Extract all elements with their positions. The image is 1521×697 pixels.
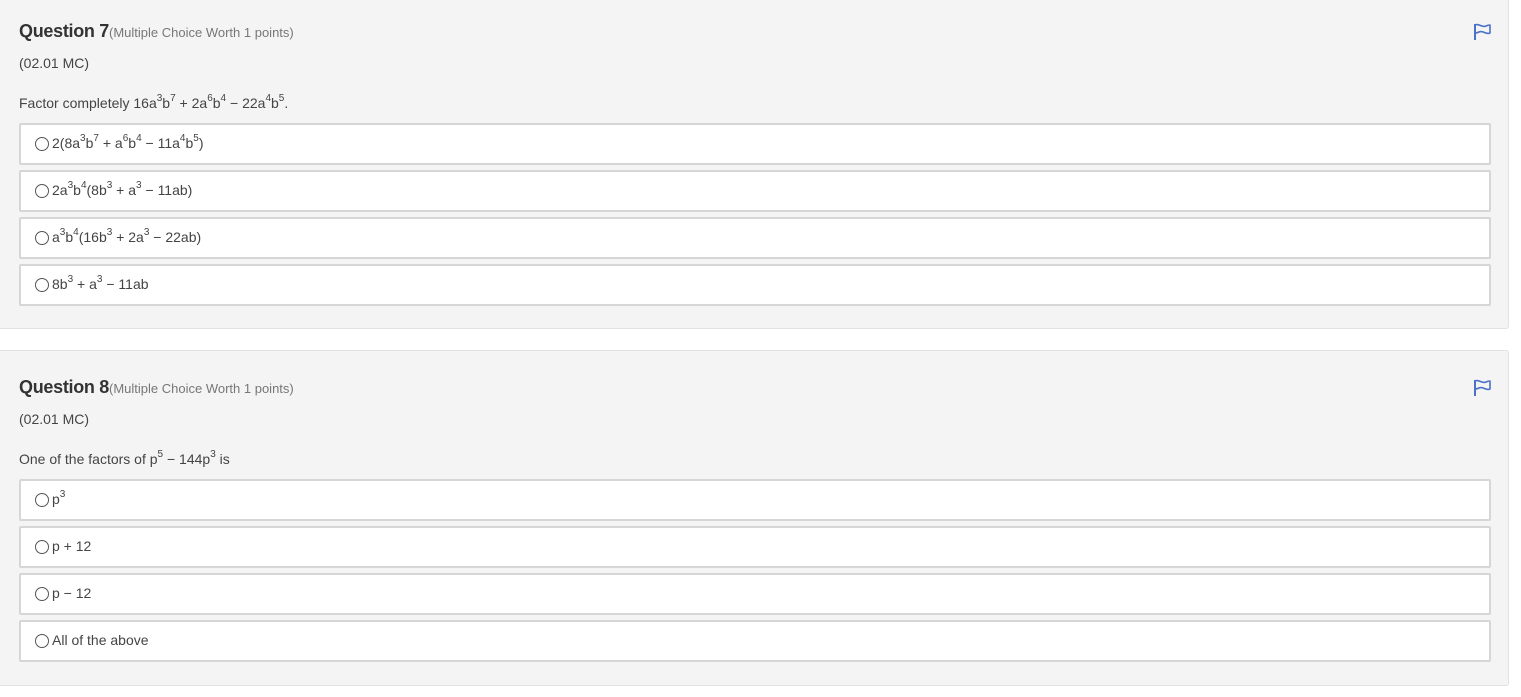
radio-button[interactable]: [35, 634, 49, 648]
question-8-card: Question 8(Multiple Choice Worth 1 point…: [0, 350, 1509, 686]
answer-text: p − 12: [52, 585, 92, 601]
answer-option-d[interactable]: 8b3 + a3 − 11ab: [19, 264, 1491, 306]
question-title: Question 7(Multiple Choice Worth 1 point…: [19, 21, 294, 41]
question-7-card: Question 7(Multiple Choice Worth 1 point…: [0, 0, 1509, 329]
answer-text: 8b3 + a3 − 11ab: [52, 274, 149, 292]
flag-icon[interactable]: [1473, 23, 1493, 41]
radio-button[interactable]: [35, 278, 49, 292]
question-code: (02.01 MC): [19, 55, 90, 71]
radio-button[interactable]: [35, 540, 49, 554]
answer-option-d[interactable]: All of the above: [19, 620, 1491, 662]
answer-text: p + 12: [52, 538, 92, 554]
question-title: Question 8(Multiple Choice Worth 1 point…: [19, 377, 294, 397]
answer-option-b[interactable]: 2a3b4(8b3 + a3 − 11ab): [19, 170, 1491, 212]
question-prompt: One of the factors of p5 − 144p3 is: [19, 449, 230, 467]
answer-text: 2a3b4(8b3 + a3 − 11ab): [52, 180, 193, 198]
flag-icon[interactable]: [1473, 379, 1493, 397]
answer-text: a3b4(16b3 + 2a3 − 22ab): [52, 227, 202, 245]
question-code: (02.01 MC): [19, 411, 90, 427]
question-prompt: Factor completely 16a3b7 + 2a6b4 − 22a4b…: [19, 93, 289, 111]
radio-button[interactable]: [35, 137, 49, 151]
radio-button[interactable]: [35, 493, 49, 507]
answer-option-a[interactable]: 2(8a3b7 + a6b4 − 11a4b5): [19, 123, 1491, 165]
answer-text: p3: [52, 489, 66, 507]
answer-option-c[interactable]: a3b4(16b3 + 2a3 − 22ab): [19, 217, 1491, 259]
radio-button[interactable]: [35, 231, 49, 245]
answer-text: All of the above: [52, 632, 149, 648]
question-worth: (Multiple Choice Worth 1 points): [109, 381, 294, 396]
answer-option-c[interactable]: p − 12: [19, 573, 1491, 615]
answer-text: 2(8a3b7 + a6b4 − 11a4b5): [52, 133, 204, 151]
question-worth: (Multiple Choice Worth 1 points): [109, 25, 294, 40]
radio-button[interactable]: [35, 184, 49, 198]
answer-option-a[interactable]: p3: [19, 479, 1491, 521]
answer-option-b[interactable]: p + 12: [19, 526, 1491, 568]
radio-button[interactable]: [35, 587, 49, 601]
